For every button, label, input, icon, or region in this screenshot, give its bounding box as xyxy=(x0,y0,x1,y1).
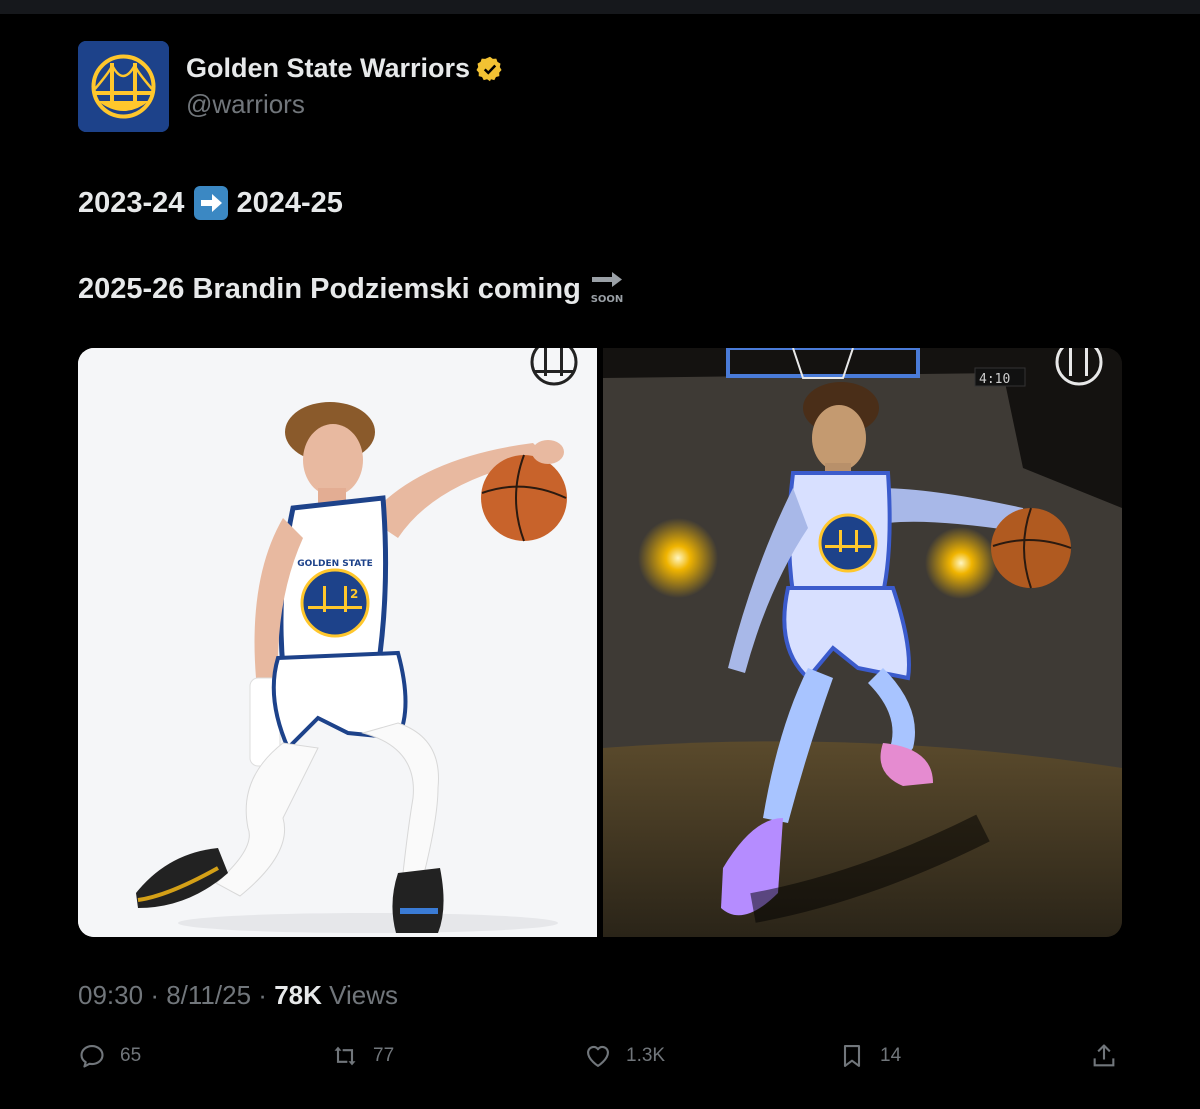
bookmark-button[interactable]: 14 xyxy=(838,1038,901,1074)
svg-text:GOLDEN STATE: GOLDEN STATE xyxy=(297,559,373,569)
tweet-text-line-1: 2023-24 2024-25 xyxy=(78,186,343,220)
bookmark-count: 14 xyxy=(880,1045,902,1066)
author-avatar[interactable] xyxy=(78,41,169,132)
tweet-text-line-2: 2025-26 Brandin Podziemski coming SOON xyxy=(78,272,625,306)
repost-count: 77 xyxy=(373,1045,395,1066)
repost-button[interactable]: 77 xyxy=(331,1038,394,1074)
tweet-text-coming: 2025-26 Brandin Podziemski coming xyxy=(78,272,581,305)
media-grid[interactable]: 2 GOLDEN STATE 4:10 xyxy=(78,348,1122,937)
player-photo-dark-stage: 4:10 xyxy=(603,348,1122,937)
like-button[interactable]: 1.3K xyxy=(584,1038,665,1074)
action-bar: 65 77 1.3K 14 xyxy=(78,1038,1122,1074)
svg-text:2: 2 xyxy=(350,587,358,601)
tweet-time[interactable]: 09:30 xyxy=(78,980,143,1010)
meta-separator: · xyxy=(150,980,159,1010)
tweet-meta: 09:30 · 8/11/25 · 78K Views xyxy=(78,980,398,1011)
like-count: 1.3K xyxy=(626,1045,666,1066)
reply-count: 65 xyxy=(120,1045,142,1066)
author-name-row: Golden State Warriors xyxy=(186,53,504,84)
verified-badge-icon xyxy=(476,56,502,81)
share-icon xyxy=(1093,1044,1115,1067)
right-arrow-emoji-icon xyxy=(194,186,229,220)
reply-icon xyxy=(80,1045,104,1068)
heart-icon xyxy=(587,1045,609,1067)
season-from: 2023-24 xyxy=(78,186,185,219)
views-count: 78K xyxy=(274,980,322,1010)
soon-arrow-emoji-icon: SOON xyxy=(589,272,625,306)
bookmark-icon xyxy=(843,1045,861,1067)
player-photo-white-background: 2 GOLDEN STATE xyxy=(78,348,597,937)
season-to: 2024-25 xyxy=(236,186,343,219)
views-label: Views xyxy=(329,980,399,1010)
repost-icon xyxy=(334,1046,356,1066)
top-bar xyxy=(0,0,1200,14)
author-name[interactable]: Golden State Warriors xyxy=(186,53,470,84)
warriors-logo-icon xyxy=(78,41,169,132)
reply-button[interactable]: 65 xyxy=(78,1038,141,1074)
svg-text:SOON: SOON xyxy=(591,294,624,305)
photo-right[interactable]: 4:10 xyxy=(603,348,1122,937)
author-handle[interactable]: @warriors xyxy=(186,89,305,120)
photo-left[interactable]: 2 GOLDEN STATE xyxy=(78,348,597,937)
meta-separator: · xyxy=(258,980,267,1010)
tweet-date[interactable]: 8/11/25 xyxy=(166,980,251,1010)
svg-text:4:10: 4:10 xyxy=(979,372,1010,387)
share-button[interactable] xyxy=(1090,1038,1118,1074)
